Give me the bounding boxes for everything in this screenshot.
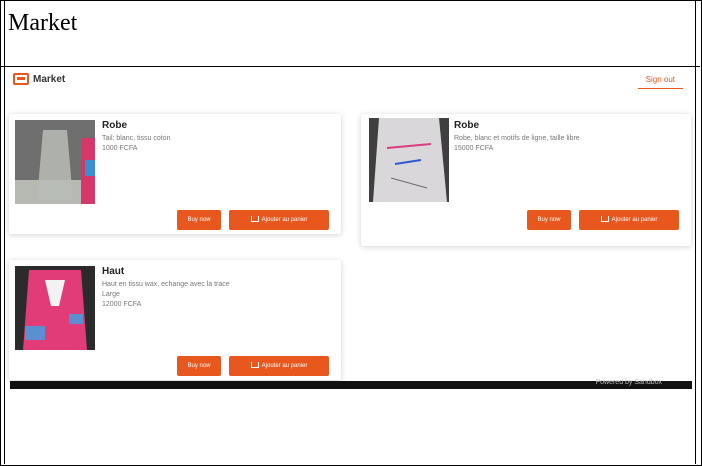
product-description: Haut en tissu wax, echange avec la trace… (102, 280, 230, 310)
buy-now-button[interactable]: Buy now (177, 210, 221, 230)
product-image[interactable] (15, 120, 95, 204)
size-line: Large (102, 291, 120, 298)
product-title: Haut (102, 266, 125, 277)
product-description: Robe, blanc et motifs de ligne, taille l… (454, 134, 580, 154)
add-to-cart-label: Ajouter au panier (261, 363, 308, 369)
document-title-row: Market (0, 0, 700, 67)
product-card: Haut Haut en tissu wax, echange avec la … (9, 260, 341, 380)
description-line: Haut en tissu wax, echange avec la trace (102, 281, 230, 288)
description-line: Robe, blanc et motifs de ligne, taille l… (454, 135, 580, 142)
table-right-border (695, 0, 696, 464)
product-title: Robe (454, 120, 479, 131)
product-card: Robe Tail: blanc, tissu coton 1000 FCFA … (9, 114, 341, 234)
sign-out-link[interactable]: Sign out (637, 73, 683, 89)
description-line: Tail: blanc, tissu coton (102, 135, 171, 142)
cart-icon (250, 362, 259, 369)
brand[interactable]: Market (13, 73, 65, 85)
embedded-screenshot: Market Sign out Robe Tail: blanc, tissu … (5, 67, 695, 391)
add-to-cart-button[interactable]: Ajouter au panier (229, 356, 329, 376)
product-image[interactable] (15, 266, 95, 350)
price-line: 12000 FCFA (102, 301, 142, 308)
price-line: 15000 FCFA (454, 145, 494, 152)
footer-bar: Powered by Sandbox (10, 379, 692, 389)
cart-icon (250, 216, 259, 223)
add-to-cart-button[interactable]: Ajouter au panier (229, 210, 329, 230)
market-icon (13, 73, 29, 85)
add-to-cart-label: Ajouter au panier (261, 217, 308, 223)
footer-text: Powered by Sandbox (595, 379, 662, 386)
document-title: Market (8, 10, 78, 36)
price-line: 1000 FCFA (102, 145, 138, 152)
product-description: Tail: blanc, tissu coton 1000 FCFA (102, 134, 170, 154)
product-card: Robe Robe, blanc et motifs de ligne, tai… (361, 114, 691, 246)
buy-now-button[interactable]: Buy now (177, 356, 221, 376)
add-to-cart-button[interactable]: Ajouter au panier (579, 210, 679, 230)
product-title: Robe (102, 120, 127, 131)
cart-icon (600, 216, 609, 223)
brand-name: Market (33, 73, 66, 85)
buy-now-button[interactable]: Buy now (527, 210, 571, 230)
app-header: Market Sign out (5, 67, 695, 95)
product-image[interactable] (369, 118, 449, 202)
add-to-cart-label: Ajouter au panier (611, 217, 658, 223)
